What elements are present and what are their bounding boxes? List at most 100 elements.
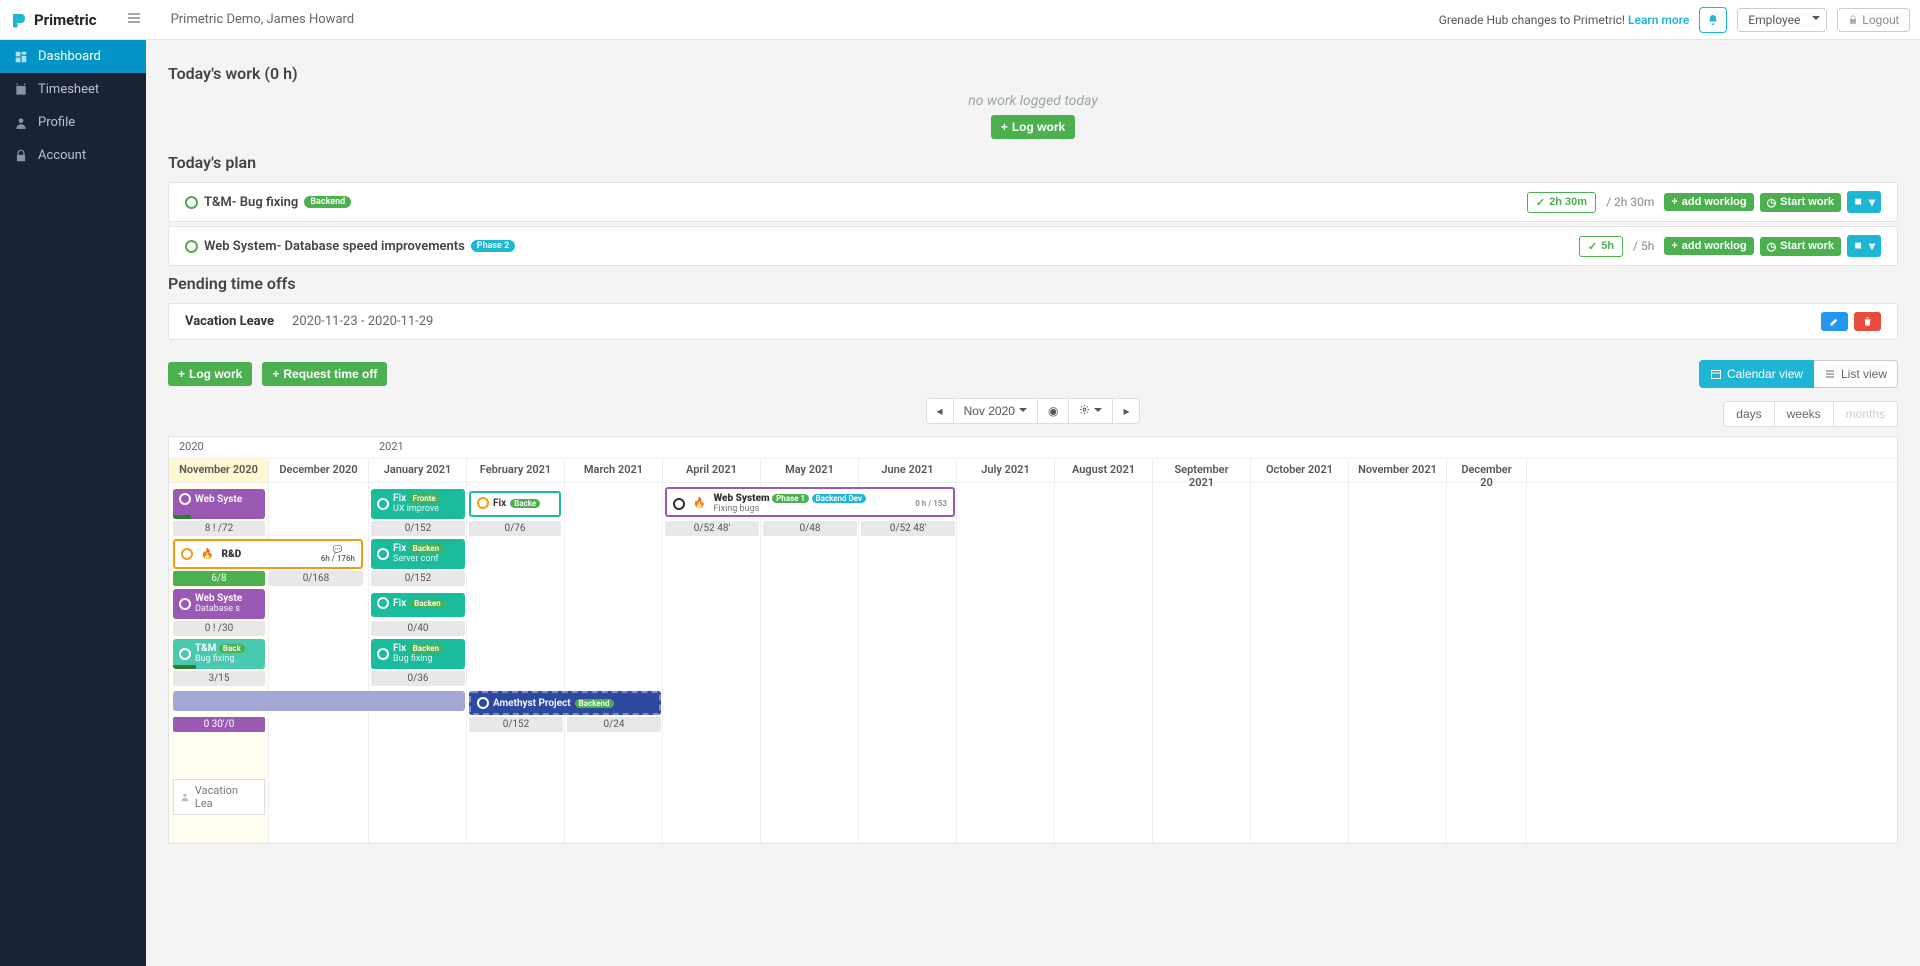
task-meta: 8 ! /72 bbox=[173, 521, 265, 536]
days-button[interactable]: days bbox=[1723, 401, 1774, 427]
next-month-button[interactable]: ▸ bbox=[1113, 398, 1140, 424]
fire-icon: 🔥 bbox=[693, 498, 705, 509]
month-header: June 2021 bbox=[859, 459, 957, 482]
task-meta: 6/8 bbox=[173, 571, 265, 586]
view-toggle: Calendar view List view bbox=[1699, 360, 1898, 388]
log-work-button-2[interactable]: + Log work bbox=[168, 362, 252, 386]
sidebar-item-profile[interactable]: Profile bbox=[0, 106, 146, 139]
task-bar[interactable]: T&M BackBug fixing bbox=[173, 639, 265, 669]
status-icon bbox=[477, 697, 489, 709]
month-header: August 2021 bbox=[1055, 459, 1153, 482]
bell-icon bbox=[1707, 14, 1719, 26]
task-bar[interactable]: Fix BackenServer conf bbox=[371, 539, 465, 569]
sidebar-item-label: Account bbox=[38, 148, 86, 163]
timeoff-dates: 2020-11-23 - 2020-11-29 bbox=[292, 314, 433, 329]
task-bar[interactable]: Web Syste bbox=[173, 489, 265, 519]
month-header: January 2021 bbox=[369, 459, 467, 482]
time-confirm-button[interactable]: ✓ 5h bbox=[1579, 236, 1623, 257]
status-icon bbox=[181, 548, 193, 560]
add-worklog-button[interactable]: + add worklog bbox=[1664, 237, 1753, 255]
plan-badge: Phase 2 bbox=[471, 240, 515, 252]
sidebar-item-label: Profile bbox=[38, 115, 75, 130]
status-icon bbox=[477, 497, 489, 509]
logo[interactable]: Primetric bbox=[10, 11, 97, 29]
task-meta: 0/52 48' bbox=[665, 521, 759, 536]
learn-more-link[interactable]: Learn more bbox=[1628, 13, 1689, 27]
request-timeoff-button[interactable]: + Request time off bbox=[262, 362, 387, 386]
month-header: September 2021 bbox=[1153, 459, 1251, 482]
vacation-bar[interactable]: Vacation Lea bbox=[173, 779, 265, 815]
task-meta: 0/48 bbox=[763, 521, 857, 536]
plan-menu-button[interactable]: ▾ bbox=[1847, 191, 1881, 213]
edit-timeoff-button[interactable] bbox=[1821, 312, 1848, 331]
task-meta: 0/76 bbox=[469, 521, 561, 536]
prev-month-button[interactable]: ◂ bbox=[926, 398, 954, 424]
menu-toggle-icon[interactable] bbox=[127, 11, 141, 29]
task-meta: 0/152 bbox=[469, 717, 563, 732]
pending-heading: Pending time offs bbox=[168, 274, 1898, 293]
status-icon bbox=[673, 498, 685, 510]
time-confirm-button[interactable]: ✓ 2h 30m bbox=[1527, 192, 1596, 213]
plan-menu-button[interactable]: ▾ bbox=[1847, 235, 1881, 257]
add-worklog-button[interactable]: + add worklog bbox=[1664, 193, 1753, 211]
timeline-body[interactable]: Web Syste 8 ! /72 Fix FronteUX improve 0… bbox=[169, 483, 1897, 843]
month-header: July 2021 bbox=[957, 459, 1055, 482]
plan-item: T&M- Bug fixing Backend ✓ 2h 30m / 2h 30… bbox=[168, 182, 1898, 222]
user-icon bbox=[14, 116, 28, 130]
plus-icon: + bbox=[1001, 120, 1008, 134]
task-bar[interactable]: Amethyst Project Backend bbox=[469, 691, 661, 715]
lock-icon bbox=[1848, 15, 1858, 25]
sidebar-item-dashboard[interactable]: Dashboard bbox=[0, 40, 146, 73]
task-meta: 0/152 bbox=[371, 571, 465, 586]
status-icon bbox=[377, 648, 389, 660]
log-work-button[interactable]: + Log work bbox=[991, 115, 1075, 139]
task-meta: 0/52 48' bbox=[861, 521, 955, 536]
start-work-button[interactable]: ◷ Start work bbox=[1760, 237, 1841, 256]
start-work-button[interactable]: ◷ Start work bbox=[1760, 193, 1841, 212]
task-bar[interactable]: Fix Backe bbox=[469, 491, 561, 517]
task-bar[interactable]: Fix BackenBug fixing bbox=[371, 639, 465, 669]
task-bar[interactable]: Web SysteDatabase s bbox=[173, 589, 265, 619]
month-header: February 2021 bbox=[467, 459, 565, 482]
timeline-years: 2020 2021 bbox=[169, 437, 1897, 459]
user-off-icon bbox=[180, 792, 190, 802]
plan-title-text: Web System- Database speed improvements bbox=[204, 239, 465, 254]
timeline: 2020 2021 November 2020December 2020Janu… bbox=[168, 436, 1898, 844]
role-select[interactable]: Employee bbox=[1737, 8, 1827, 32]
time-total: / 2h 30m bbox=[1606, 195, 1654, 209]
sidebar-item-timesheet[interactable]: Timesheet bbox=[0, 73, 146, 106]
plan-title-text: T&M- Bug fixing bbox=[204, 195, 298, 210]
logout-button[interactable]: Logout bbox=[1837, 8, 1910, 32]
list-view-button[interactable]: List view bbox=[1814, 360, 1898, 388]
timeline-months: November 2020December 2020January 2021Fe… bbox=[169, 459, 1897, 483]
task-bar[interactable]: 🔥 Web System Phase 1 Backend Dev Fixing … bbox=[665, 487, 955, 517]
sidebar-item-account[interactable]: Account bbox=[0, 139, 146, 172]
dashboard-icon bbox=[14, 50, 28, 64]
task-bar[interactable]: 🔥R&D 💬6h / 176h bbox=[173, 539, 363, 569]
calendar-view-button[interactable]: Calendar view bbox=[1699, 360, 1814, 388]
task-bar[interactable] bbox=[173, 691, 465, 711]
months-button[interactable]: months bbox=[1834, 401, 1898, 427]
month-header: November 2021 bbox=[1349, 459, 1447, 482]
delete-timeoff-button[interactable] bbox=[1854, 312, 1881, 331]
task-bar[interactable]: Fix FronteUX improve bbox=[371, 489, 465, 519]
pencil-icon bbox=[1829, 316, 1840, 327]
status-icon bbox=[377, 548, 389, 560]
todays-plan-heading: Today's plan bbox=[168, 153, 1898, 172]
calendar-dd-icon bbox=[1853, 197, 1865, 207]
logo-icon bbox=[10, 11, 28, 29]
task-meta: 3/15 bbox=[173, 671, 265, 686]
today-button[interactable]: ◉ bbox=[1038, 398, 1069, 424]
sidebar: Dashboard Timesheet Profile Account bbox=[0, 40, 146, 966]
calendar-icon bbox=[14, 83, 28, 97]
notifications-button[interactable] bbox=[1699, 7, 1727, 33]
month-select-button[interactable]: Nov 2020 bbox=[954, 398, 1038, 424]
date-navigator: ◂ Nov 2020 ◉ ▸ bbox=[926, 398, 1141, 424]
task-meta: 0/168 bbox=[269, 571, 363, 586]
time-total: / 5h bbox=[1633, 239, 1654, 253]
task-bar[interactable]: Fix Backen bbox=[371, 593, 465, 617]
task-meta: 0 30'/0 bbox=[173, 717, 265, 732]
settings-button[interactable] bbox=[1069, 398, 1113, 424]
weeks-button[interactable]: weeks bbox=[1775, 401, 1834, 427]
status-icon bbox=[377, 597, 389, 609]
